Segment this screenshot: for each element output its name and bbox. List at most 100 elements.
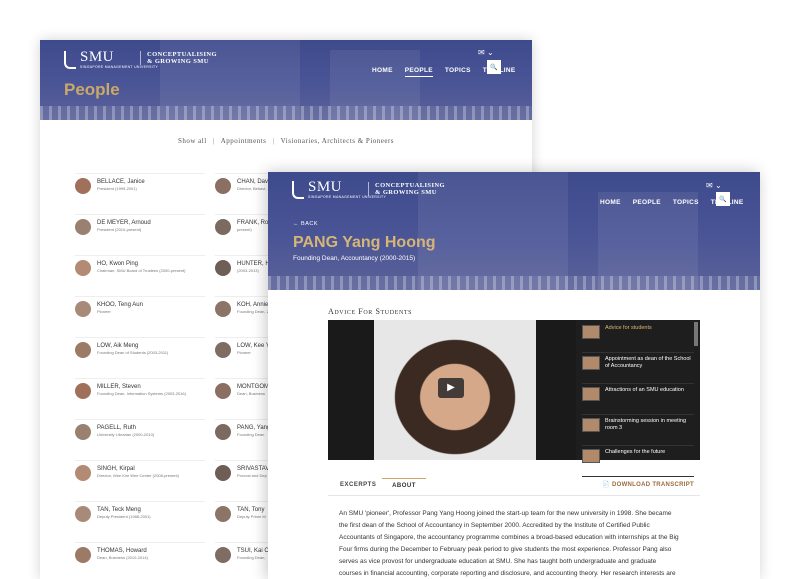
avatar [75,260,91,276]
avatar [215,342,231,358]
mail-menu[interactable]: ✉ ⌄ [478,48,494,57]
avatar [215,465,231,481]
person-role: Deputy Prime M [237,514,266,519]
nav-home[interactable]: HOME [372,67,393,77]
person-name: DE MEYER, Arnoud [97,220,151,226]
person-name: TAN, Teck Meng [97,507,141,513]
play-icon: ▶ [447,382,455,393]
person-card[interactable]: HO, Kwon Ping Chairman, SMU Board of Trus… [75,255,205,295]
avatar [215,547,231,563]
page-title: People [64,80,120,99]
person-card[interactable]: TAN, Teck Meng Deputy President (1988-200… [75,501,205,541]
person-name: SINGH, Kirpal [97,466,135,472]
download-transcript-button[interactable]: 📄 DOWNLOAD TRANSCRIPT [602,481,694,488]
playlist-item[interactable]: Advice for students [582,322,694,353]
playlist-item-label: Attractions of an SMU education [605,387,684,393]
avatar [215,178,231,194]
video-thumbnail [582,356,600,370]
person-name: HO, Kwon Ping [97,261,139,267]
person-name: LOW, Aik Meng [97,343,139,349]
person-card[interactable]: KHOO, Teng Aun Pioneer [75,296,205,336]
video-playlist: Advice for students Appointment as dean o… [576,320,700,477]
avatar [75,178,91,194]
person-role: Founding Dean, [237,555,266,560]
person-role: Dean, Business (2010-2014) [97,555,148,560]
avatar [75,547,91,563]
search-icon: 🔍 [719,197,727,203]
avatar [215,219,231,235]
avatar [75,465,91,481]
nav-home[interactable]: HOME [600,199,621,208]
person-role: Founding Dean of Students (2003-2011) [97,350,169,355]
back-link[interactable]: ← BACK [293,221,318,227]
avatar [75,219,91,235]
tab-about[interactable]: ABOUT [382,478,426,489]
person-role: Chairman, SMU Board of Trustees (2000-pr… [97,268,186,273]
nav-people[interactable]: PEOPLE [633,199,661,208]
play-button[interactable]: ▶ [438,378,464,398]
header-banner: SMU SINGAPORE MANAGEMENT UNIVERSITY CONC… [40,40,532,120]
avatar [75,301,91,317]
playlist-item-label: Appointment as dean of the School of Acc… [605,356,691,369]
nav-topics[interactable]: TOPICS [445,67,471,77]
search-button[interactable]: 🔍 [487,60,501,74]
search-icon: 🔍 [490,65,498,71]
playlist-item[interactable]: Appointment as dean of the School of Acc… [582,353,694,384]
site-tagline: CONCEPTUALISING & GROWING SMU [368,182,445,196]
person-card[interactable]: LOW, Aik Meng Founding Dean of Students (… [75,337,205,377]
mail-menu[interactable]: ✉ ⌄ [706,181,722,190]
video-player[interactable]: ▶ Advice for students Appointment as dean… [328,320,700,477]
video-thumbnail [582,387,600,401]
avatar [75,424,91,440]
avatar [215,383,231,399]
filter-appointments[interactable]: Appointments [221,137,267,145]
person-card[interactable]: SINGH, Kirpal Director, Wee Kim Wee Cente… [75,460,205,500]
search-button[interactable]: 🔍 [716,192,730,206]
filter-visionaries[interactable]: Visionaries, Architects & Pioneers [281,137,394,145]
person-role: President (2010-present) [97,227,142,232]
mail-icon: ✉ [478,48,485,57]
avatar [215,506,231,522]
avatar [215,260,231,276]
filter-show-all[interactable]: Show all [178,137,207,145]
avatar [75,342,91,358]
about-text: An SMU 'pioneer', Professor Pang Yang Ho… [339,510,679,577]
person-card[interactable]: PAGELL, Ruth University Librarian (2000-2… [75,419,205,459]
chevron-down-icon: ⌄ [486,48,494,57]
person-name: KHOO, Teng Aun [97,302,143,308]
arrow-left-icon: ← [293,221,299,227]
person-role: President (1999-2001) [97,186,137,191]
video-thumbnail [582,449,600,463]
profile-page: SMU SINGAPORE MANAGEMENT UNIVERSITY CONC… [268,172,760,579]
playlist-item-label: Challenges for the future [605,449,666,455]
person-role: University Librarian (2000-2010) [97,432,155,437]
avatar [215,301,231,317]
mail-icon: ✉ [706,181,713,190]
video-frame[interactable]: ▶ [328,320,576,460]
person-card[interactable]: THOMAS, Howard Dean, Business (2010-2014) [75,542,205,579]
header-banner: SMU SINGAPORE MANAGEMENT UNIVERSITY CONC… [268,172,760,290]
playlist-item-label: Brainstorming session in meeting room 3 [605,418,687,431]
playlist-item-label: Advice for students [605,325,652,331]
nav-topics[interactable]: TOPICS [673,199,699,208]
profile-title: Founding Dean, Accountancy (2000-2015) [293,255,416,262]
tab-excerpts[interactable]: EXCERPTS [340,482,376,488]
video-section-title: Advice for students [328,307,413,316]
person-card[interactable]: MILLER, Steven Founding Dean, Information… [75,378,205,418]
person-name: THOMAS, Howard [97,548,147,554]
playlist-scrollbar[interactable] [694,322,698,346]
site-tagline: CONCEPTUALISING & GROWING SMU [140,51,217,65]
chevron-down-icon: ⌄ [714,181,722,190]
person-card[interactable]: BELLACE, Janice President (1999-2001) [75,173,205,213]
document-icon: 📄 [602,482,610,488]
avatar [75,506,91,522]
person-card[interactable]: DE MEYER, Arnoud President (2010-present) [75,214,205,254]
nav-people[interactable]: PEOPLE [404,67,433,77]
playlist-item[interactable]: Attractions of an SMU education [582,384,694,415]
playlist-item[interactable]: Brainstorming session in meeting room 3 [582,415,694,446]
lion-logo-icon [292,180,304,199]
video-thumbnail [582,325,600,339]
playlist-item[interactable]: Challenges for the future [582,446,694,477]
profile-tabs: EXCERPTS ABOUT 📄 DOWNLOAD TRANSCRIPT [328,476,700,496]
person-name: MILLER, Steven [97,384,141,390]
